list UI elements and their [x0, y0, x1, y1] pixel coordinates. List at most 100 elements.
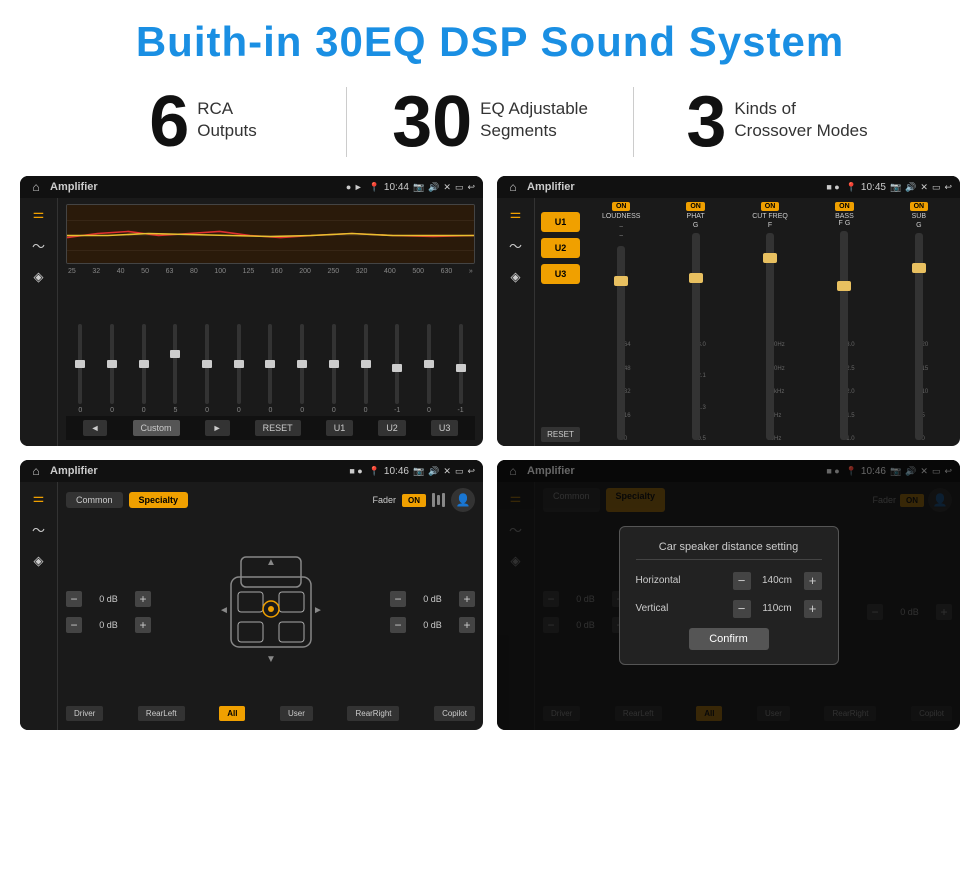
dialog-horizontal-plus[interactable]: + [804, 572, 822, 590]
fader-level-val-3: 0 dB [410, 594, 455, 604]
eq-graph [66, 204, 475, 264]
eq-slider-2[interactable]: 0 [98, 324, 127, 414]
bass-label: BASS [835, 213, 854, 220]
fader-vol-icon[interactable]: ◈ [34, 553, 44, 569]
fader-wave-icon[interactable]: 〜 [32, 520, 45, 539]
fader-plus-4[interactable]: + [459, 617, 475, 633]
fader-plus-3[interactable]: + [459, 591, 475, 607]
fader-driver-btn[interactable]: Driver [66, 706, 103, 721]
fader-rearleft-btn[interactable]: RearLeft [138, 706, 185, 721]
freq-arrows[interactable]: » [469, 268, 473, 275]
confirm-button[interactable]: Confirm [689, 628, 769, 650]
screen1-title: Amplifier [50, 181, 340, 193]
sub-slider[interactable] [915, 233, 923, 440]
fader-minus-2[interactable]: − [66, 617, 82, 633]
close-icon-2: ✕ [920, 182, 928, 193]
home-icon-1[interactable]: ⌂ [28, 179, 44, 195]
eq-slider-track-5[interactable] [205, 324, 209, 404]
amp-channel-sub: ON SUB G 20151050 [884, 202, 954, 442]
dialog-horizontal-minus[interactable]: − [733, 572, 751, 590]
eq-slider-11[interactable]: -1 [383, 324, 412, 414]
fader-specialty-tab[interactable]: Specialty [129, 492, 189, 508]
eq-u1-btn[interactable]: U1 [326, 420, 354, 436]
eq-slider-track-6[interactable] [237, 324, 241, 404]
cutfreq-on[interactable]: ON [761, 202, 780, 211]
eq-u2-btn[interactable]: U2 [378, 420, 406, 436]
eq-slider-track-3[interactable] [142, 324, 146, 404]
eq-prev-btn[interactable]: ◄ [83, 420, 108, 436]
location-icon-1: 📍 [369, 182, 380, 193]
eq-custom-btn[interactable]: Custom [133, 420, 180, 436]
eq-reset-btn[interactable]: RESET [255, 420, 301, 436]
loudness-on[interactable]: ON [612, 202, 631, 211]
eq-slider-track-10[interactable] [364, 324, 368, 404]
eq-slider-12[interactable]: 0 [415, 324, 444, 414]
eq-slider-track-13[interactable] [459, 324, 463, 404]
dialog-vertical-plus[interactable]: + [804, 600, 822, 618]
bass-on[interactable]: ON [835, 202, 854, 211]
eq-slider-val-10: 0 [364, 407, 368, 414]
eq-u3-btn[interactable]: U3 [431, 420, 459, 436]
phat-slider[interactable] [692, 233, 700, 440]
eq-slider-8[interactable]: 0 [288, 324, 317, 414]
amp-tune-icon[interactable]: ⚌ [510, 206, 522, 222]
eq-vol-icon[interactable]: ◈ [34, 269, 44, 285]
fader-user-icon[interactable]: 👤 [451, 488, 475, 512]
window-icon-2: ▭ [932, 182, 941, 193]
eq-slider-6[interactable]: 0 [224, 324, 253, 414]
eq-slider-1[interactable]: 0 [66, 324, 95, 414]
fader-user-btn[interactable]: User [280, 706, 313, 721]
freq-80: 80 [190, 268, 198, 275]
eq-slider-5[interactable]: 0 [193, 324, 222, 414]
fader-minus-4[interactable]: − [390, 617, 406, 633]
eq-slider-track-8[interactable] [300, 324, 304, 404]
fader-common-tab[interactable]: Common [66, 492, 123, 508]
amp-vol-icon[interactable]: ◈ [511, 269, 521, 285]
eq-slider-track-2[interactable] [110, 324, 114, 404]
eq-slider-3[interactable]: 0 [129, 324, 158, 414]
eq-wave-icon[interactable]: 〜 [32, 236, 45, 255]
amp-preset-u3[interactable]: U3 [541, 264, 580, 284]
fader-minus-3[interactable]: − [390, 591, 406, 607]
fader-main-area: Common Specialty Fader ON 👤 [58, 482, 483, 730]
fader-all-btn[interactable]: All [219, 706, 245, 721]
eq-slider-track-4[interactable] [173, 324, 177, 404]
fader-tune-icon[interactable]: ⚌ [33, 490, 45, 506]
eq-slider-track-11[interactable] [395, 324, 399, 404]
fader-bottom-nav: Driver RearLeft All User RearRight Copil… [66, 703, 475, 724]
amp-preset-u1[interactable]: U1 [541, 212, 580, 232]
eq-bottom-bar: ◄ Custom ► RESET U1 U2 U3 [66, 416, 475, 440]
fader-rearright-btn[interactable]: RearRight [347, 706, 399, 721]
home-icon-2[interactable]: ⌂ [505, 179, 521, 195]
fader-on-toggle[interactable]: ON [402, 494, 426, 507]
eq-play-btn[interactable]: ► [205, 420, 230, 436]
status-bar-2: ⌂ Amplifier ■ ● 📍 10:45 📷 🔊 ✕ ▭ ↩ [497, 176, 960, 198]
home-icon-3[interactable]: ⌂ [28, 463, 44, 479]
fader-plus-2[interactable]: + [135, 617, 151, 633]
amp-preset-u2[interactable]: U2 [541, 238, 580, 258]
amp-wave-icon[interactable]: 〜 [509, 236, 522, 255]
fader-copilot-btn[interactable]: Copilot [434, 706, 475, 721]
eq-slider-13[interactable]: -1 [446, 324, 475, 414]
loudness-slider[interactable] [617, 246, 625, 440]
fader-minus-1[interactable]: − [66, 591, 82, 607]
fader-plus-1[interactable]: + [135, 591, 151, 607]
eq-slider-track-7[interactable] [268, 324, 272, 404]
freq-40: 40 [117, 268, 125, 275]
sub-on[interactable]: ON [910, 202, 929, 211]
eq-slider-9[interactable]: 0 [320, 324, 349, 414]
bass-slider[interactable] [840, 231, 848, 440]
eq-slider-track-1[interactable] [78, 324, 82, 404]
stat-eq: 30 EQ AdjustableSegments [347, 86, 633, 158]
amp-reset-btn[interactable]: RESET [541, 427, 580, 442]
cutfreq-slider[interactable] [766, 233, 774, 440]
eq-slider-10[interactable]: 0 [351, 324, 380, 414]
phat-on[interactable]: ON [686, 202, 705, 211]
eq-slider-track-12[interactable] [427, 324, 431, 404]
fader-bars [432, 493, 445, 507]
eq-slider-track-9[interactable] [332, 324, 336, 404]
eq-tune-icon[interactable]: ⚌ [33, 206, 45, 222]
dialog-vertical-minus[interactable]: − [733, 600, 751, 618]
eq-slider-7[interactable]: 0 [256, 324, 285, 414]
eq-slider-4[interactable]: 5 [161, 324, 190, 414]
